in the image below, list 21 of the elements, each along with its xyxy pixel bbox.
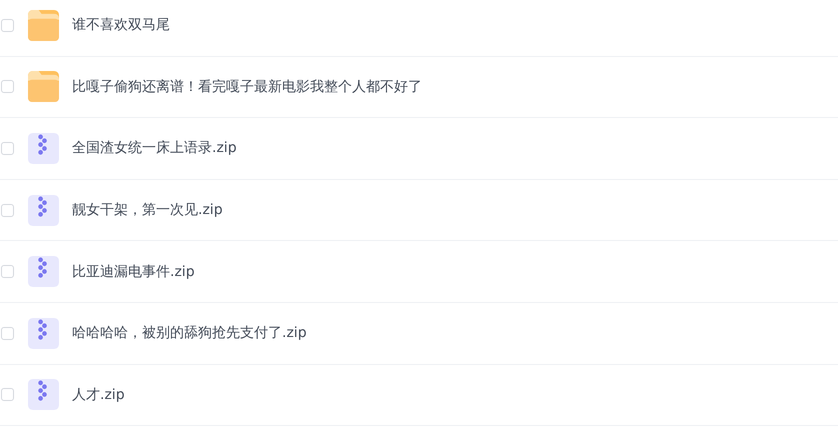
checkbox[interactable]	[1, 204, 14, 217]
checkbox[interactable]	[1, 388, 14, 402]
checkbox[interactable]	[1, 265, 14, 278]
file-name[interactable]: 谁不喜欢双马尾	[72, 16, 170, 34]
zip-file-icon	[28, 194, 59, 226]
file-name[interactable]: 靓女干架，第一次见.zip	[72, 201, 223, 220]
zip-file-icon	[28, 379, 59, 410]
file-name[interactable]: 比嘎子偷狗还离谱！看完嘎子最新电影我整个人都不好了	[72, 78, 422, 96]
zip-file-icon	[28, 132, 59, 164]
checkbox[interactable]	[1, 80, 14, 94]
file-name[interactable]: 比亚迪漏电事件.zip	[72, 262, 195, 281]
zip-file-icon	[28, 318, 59, 349]
folder-icon	[28, 71, 59, 102]
file-name[interactable]: 哈哈哈哈，被别的舔狗抢先支付了.zip	[72, 324, 307, 342]
zip-file-icon	[28, 256, 59, 288]
file-name[interactable]: 全国渣女统一床上语录.zip	[72, 139, 237, 158]
file-name[interactable]: 人才.zip	[72, 386, 125, 404]
folder-icon	[28, 10, 59, 41]
checkbox[interactable]	[1, 326, 14, 340]
checkbox[interactable]	[1, 18, 14, 32]
checkbox[interactable]	[1, 142, 14, 155]
